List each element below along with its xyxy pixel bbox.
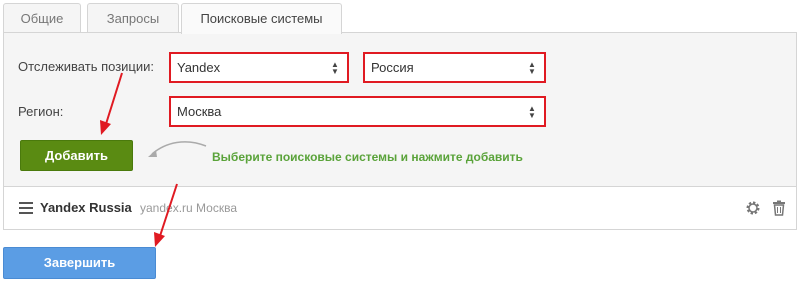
select-arrows-icon: ▲ ▼ — [331, 60, 339, 76]
tab-queries[interactable]: Запросы — [87, 3, 179, 33]
hint-text: Выберите поисковые системы и нажмите доб… — [212, 150, 523, 164]
curved-arrow-icon — [148, 141, 207, 157]
gear-icon[interactable] — [745, 200, 761, 216]
item-meta: yandex.ru Москва — [140, 201, 238, 215]
select-arrows-icon: ▲ ▼ — [528, 60, 536, 76]
tab-general[interactable]: Общие — [3, 3, 81, 33]
search-engine-value: Yandex — [177, 60, 221, 75]
region-value: Москва — [177, 104, 222, 119]
list-item: Yandex Russia yandex.ru Москва — [3, 187, 797, 230]
search-engine-select[interactable]: Yandex ▲ ▼ — [169, 52, 349, 83]
region-select[interactable]: Москва ▲ ▼ — [169, 96, 546, 127]
country-value: Россия — [371, 60, 414, 75]
drag-handle-icon[interactable] — [19, 202, 33, 217]
select-arrows-icon: ▲ ▼ — [528, 104, 536, 120]
item-name: Yandex Russia — [40, 200, 132, 215]
finish-button[interactable]: Завершить — [3, 247, 156, 279]
track-positions-label: Отслеживать позиции: — [18, 59, 155, 74]
country-select[interactable]: Россия ▲ ▼ — [363, 52, 546, 83]
region-label: Регион: — [18, 104, 64, 119]
trash-icon[interactable] — [771, 200, 787, 216]
add-button[interactable]: Добавить — [20, 140, 133, 171]
tab-search-engines[interactable]: Поисковые системы — [181, 3, 342, 34]
